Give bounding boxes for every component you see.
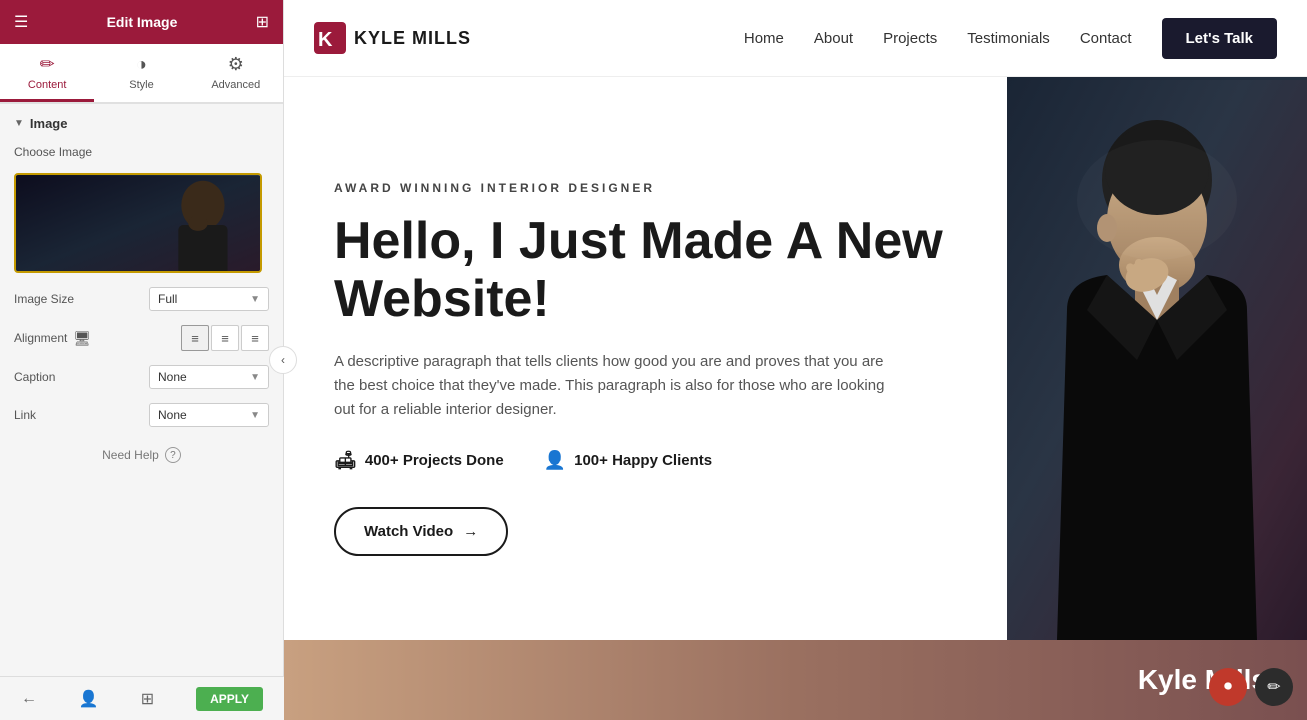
align-left-btn[interactable]: ≡ — [181, 325, 209, 351]
nav-links: Home About Projects Testimonials Contact… — [744, 18, 1277, 59]
nav-cta-button[interactable]: Let's Talk — [1162, 18, 1277, 59]
caption-value: None — [158, 370, 187, 384]
person-stat-icon: 👤 — [544, 450, 566, 471]
image-section-header[interactable]: ▼ Image — [14, 116, 269, 131]
main-content: K KYLE MILLS Home About Projects Testimo… — [284, 0, 1307, 720]
hero-person-svg — [1007, 77, 1307, 640]
image-preview-bg — [16, 175, 260, 271]
sidebar-collapse-btn[interactable]: ‹ — [269, 346, 297, 374]
link-label: Link — [14, 408, 36, 422]
need-help[interactable]: Need Help ? — [14, 447, 269, 463]
sidebar-content: ▼ Image Choose Image — [0, 104, 283, 720]
need-help-text: Need Help — [102, 448, 159, 462]
content-tab-icon: ✏ — [40, 54, 55, 75]
section-collapse-arrow: ▼ — [14, 118, 24, 129]
nav-link-contact[interactable]: Contact — [1080, 30, 1132, 47]
link-value: None — [158, 408, 187, 422]
sofa-icon: 🛋 — [334, 450, 357, 471]
sidebar-bottom-bar: ← 👤 ⊞ APPLY — [0, 676, 284, 720]
image-size-row: Image Size Full ▼ — [14, 287, 269, 311]
apply-button[interactable]: APPLY — [196, 687, 263, 711]
image-size-value: Full — [158, 292, 177, 306]
hamburger-icon[interactable]: ☰ — [14, 12, 28, 32]
image-size-arrow: ▼ — [250, 294, 260, 305]
hero-description: A descriptive paragraph that tells clien… — [334, 350, 894, 422]
back-icon[interactable]: ← — [21, 690, 37, 708]
link-select[interactable]: None ▼ — [149, 403, 269, 427]
hero-left: AWARD WINNING INTERIOR DESIGNER Hello, I… — [284, 77, 1007, 640]
choose-image-label: Choose Image — [14, 145, 92, 159]
hero-title: Hello, I Just Made A New Website! — [334, 213, 957, 327]
sidebar-title: Edit Image — [107, 14, 178, 30]
style-tab-icon: ◑ — [136, 54, 147, 75]
section-label: Image — [30, 116, 68, 131]
watch-video-label: Watch Video — [364, 523, 453, 540]
nav-link-testimonials[interactable]: Testimonials — [967, 30, 1050, 47]
hero-subtitle: AWARD WINNING INTERIOR DESIGNER — [334, 181, 957, 195]
bottom-strip: Kyle Mills — [284, 640, 1307, 720]
nav-link-home[interactable]: Home — [744, 30, 784, 47]
edit-pencil-icon: ✏ — [1267, 677, 1280, 697]
nav-bar: K KYLE MILLS Home About Projects Testimo… — [284, 0, 1307, 77]
watch-video-arrow: → — [463, 523, 478, 540]
nav-link-projects[interactable]: Projects — [883, 30, 937, 47]
alignment-label: Alignment — [14, 331, 67, 345]
alignment-row: Alignment 🖥 ≡ ≡ ≡ — [14, 325, 269, 351]
hero-image — [1007, 77, 1307, 640]
sidebar: ☰ Edit Image ⊞ ✏ Content ◑ Style ⚙ Advan… — [0, 0, 284, 720]
stat-clients-label: 100+ Happy Clients — [574, 452, 712, 469]
image-preview[interactable] — [14, 173, 262, 273]
hero-stats: 🛋 400+ Projects Done 👤 100+ Happy Client… — [334, 450, 957, 471]
nav-logo: K KYLE MILLS — [314, 22, 471, 54]
edit-button[interactable]: ✏ — [1255, 668, 1293, 706]
caption-select[interactable]: None ▼ — [149, 365, 269, 389]
sidebar-tabs: ✏ Content ◑ Style ⚙ Advanced — [0, 44, 283, 104]
stat-projects: 🛋 400+ Projects Done — [334, 450, 504, 471]
logo-svg: K — [314, 22, 346, 54]
watch-video-button[interactable]: Watch Video → — [334, 507, 508, 556]
help-icon: ? — [165, 447, 181, 463]
caption-arrow: ▼ — [250, 372, 260, 383]
align-right-btn[interactable]: ≡ — [241, 325, 269, 351]
image-size-select[interactable]: Full ▼ — [149, 287, 269, 311]
record-icon: ⏺ — [1224, 678, 1232, 696]
link-arrow: ▼ — [250, 410, 260, 421]
bottom-toolbar: ⏺ ✏ — [1209, 668, 1293, 706]
hero-section: AWARD WINNING INTERIOR DESIGNER Hello, I… — [284, 77, 1307, 640]
grid-icon[interactable]: ⊞ — [256, 12, 269, 32]
content-tab-label: Content — [28, 79, 67, 91]
align-center-btn[interactable]: ≡ — [211, 325, 239, 351]
caption-row: Caption None ▼ — [14, 365, 269, 389]
preview-svg — [16, 175, 260, 273]
stat-clients: 👤 100+ Happy Clients — [544, 450, 712, 471]
tab-advanced[interactable]: ⚙ Advanced — [189, 44, 283, 102]
person-icon[interactable]: 👤 — [79, 689, 99, 709]
nav-link-about[interactable]: About — [814, 30, 853, 47]
sidebar-header: ☰ Edit Image ⊞ — [0, 0, 283, 44]
monitor-icon: 🖥 — [73, 330, 91, 347]
record-button[interactable]: ⏺ — [1209, 668, 1247, 706]
svg-text:K: K — [318, 29, 333, 51]
caption-label: Caption — [14, 370, 55, 384]
choose-image-field: Choose Image — [14, 145, 269, 159]
logo-text: KYLE MILLS — [354, 28, 471, 49]
alignment-label-group: Alignment 🖥 — [14, 330, 91, 347]
tab-content[interactable]: ✏ Content — [0, 44, 94, 102]
advanced-tab-icon: ⚙ — [228, 54, 244, 75]
image-size-label: Image Size — [14, 292, 74, 306]
style-tab-label: Style — [129, 79, 153, 91]
advanced-tab-label: Advanced — [211, 79, 260, 91]
tab-style[interactable]: ◑ Style — [94, 44, 188, 102]
link-row: Link None ▼ — [14, 403, 269, 427]
grid-small-icon[interactable]: ⊞ — [141, 689, 154, 709]
stat-projects-label: 400+ Projects Done — [365, 452, 504, 469]
alignment-buttons: ≡ ≡ ≡ — [181, 325, 269, 351]
